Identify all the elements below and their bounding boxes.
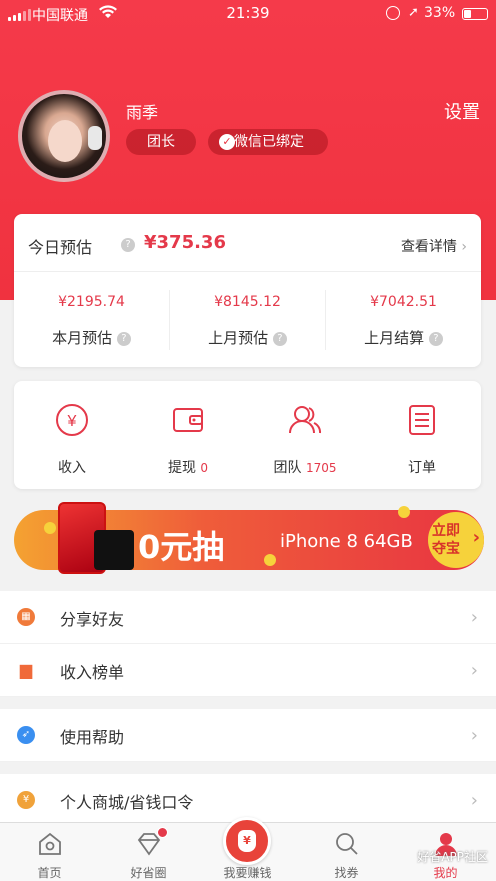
svg-text:¥: ¥	[67, 413, 77, 430]
help-icon[interactable]: ?	[116, 331, 131, 346]
share-icon: ▦	[17, 608, 35, 626]
view-details-link[interactable]: 查看详情 ›	[401, 236, 467, 256]
chevron-right-icon: ›	[470, 607, 478, 628]
wechat-bound-badge: ✓ 微信已绑定	[208, 129, 328, 155]
stat-this-month: ¥2195.74 本月预估 ?	[14, 272, 169, 367]
check-icon: ✓	[219, 134, 235, 150]
clock: 21:39	[226, 4, 270, 22]
home-icon	[39, 832, 61, 855]
today-earnings-row[interactable]: 今日预估 ? ¥375.36 查看详情 ›	[14, 214, 481, 272]
help-icon[interactable]: ?	[428, 331, 443, 346]
banner-prize: iPhone 8 64GB	[280, 531, 413, 552]
tab-circle[interactable]: 好省圈	[99, 823, 198, 881]
lottery-banner[interactable]: 0元抽 iPhone 8 64GB 立即 夺宝 ›	[14, 502, 484, 574]
order-list-icon	[409, 405, 435, 435]
notification-dot	[157, 827, 168, 838]
username: 雨季	[126, 103, 159, 122]
chevron-right-icon: ›	[470, 660, 478, 681]
menu-group-help: ➶ 使用帮助 ›	[0, 709, 496, 762]
battery-icon	[462, 8, 488, 20]
menu-share-friends[interactable]: ▦ 分享好友 ›	[0, 591, 496, 644]
stat-last-month-settled: ¥7042.51 上月结算 ?	[326, 272, 481, 367]
yen-circle-icon: ¥	[56, 404, 88, 436]
battery-percent: 33%	[424, 5, 456, 21]
withdraw-button[interactable]: 提现 0	[130, 381, 246, 489]
role-badge: 团长	[126, 129, 196, 155]
tab-coupons[interactable]: 找券	[297, 823, 396, 881]
income-button[interactable]: ¥ 收入	[14, 381, 130, 489]
wallet-icon	[173, 408, 203, 432]
team-icon	[289, 406, 322, 434]
rotation-lock-icon	[386, 6, 400, 20]
menu-income-ranking[interactable]: ▆ 收入榜单 ›	[0, 644, 496, 697]
status-bar: 中国联通 21:39 ➚ 33%	[0, 0, 496, 28]
bar-chart-icon: ▆	[19, 660, 33, 679]
earnings-card: 今日预估 ? ¥375.36 查看详情 › ¥2195.74 本月预估 ? ¥8…	[14, 214, 481, 367]
menu-help[interactable]: ➶ 使用帮助 ›	[0, 709, 496, 762]
money-bag-icon: ¥	[223, 817, 271, 865]
chevron-right-icon: ›	[470, 725, 478, 746]
watermark: 好省APP社区	[417, 850, 488, 864]
today-label: 今日预估	[28, 238, 93, 257]
banner-headline: 0元抽	[138, 528, 225, 566]
compass-icon: ➶	[17, 726, 35, 744]
location-icon: ➚	[408, 5, 419, 20]
avatar[interactable]	[18, 90, 110, 182]
help-icon[interactable]: ?	[272, 331, 287, 346]
chevron-right-icon: ›	[461, 239, 467, 255]
search-icon	[336, 833, 358, 855]
orders-button[interactable]: 订单	[364, 381, 480, 489]
chevron-right-icon: ›	[470, 790, 478, 811]
grab-now-button[interactable]: 立即 夺宝 ›	[428, 512, 484, 568]
settings-button[interactable]: 设置	[444, 98, 480, 124]
help-icon[interactable]: ?	[121, 238, 135, 252]
menu-group-share: ▦ 分享好友 › ▆ 收入榜单 ›	[0, 591, 496, 697]
tab-earn[interactable]: ¥ 我要赚钱	[198, 817, 297, 881]
today-value: ¥375.36	[144, 232, 226, 253]
tab-home[interactable]: 首页	[0, 823, 99, 881]
yen-icon: ¥	[17, 791, 35, 809]
actions-card: ¥ 收入 提现 0 团队 1705 订单	[14, 381, 481, 489]
chevron-right-icon: ›	[472, 527, 480, 548]
team-button[interactable]: 团队 1705	[247, 381, 363, 489]
stat-last-month-estimate: ¥8145.12 上月预估 ?	[170, 272, 325, 367]
